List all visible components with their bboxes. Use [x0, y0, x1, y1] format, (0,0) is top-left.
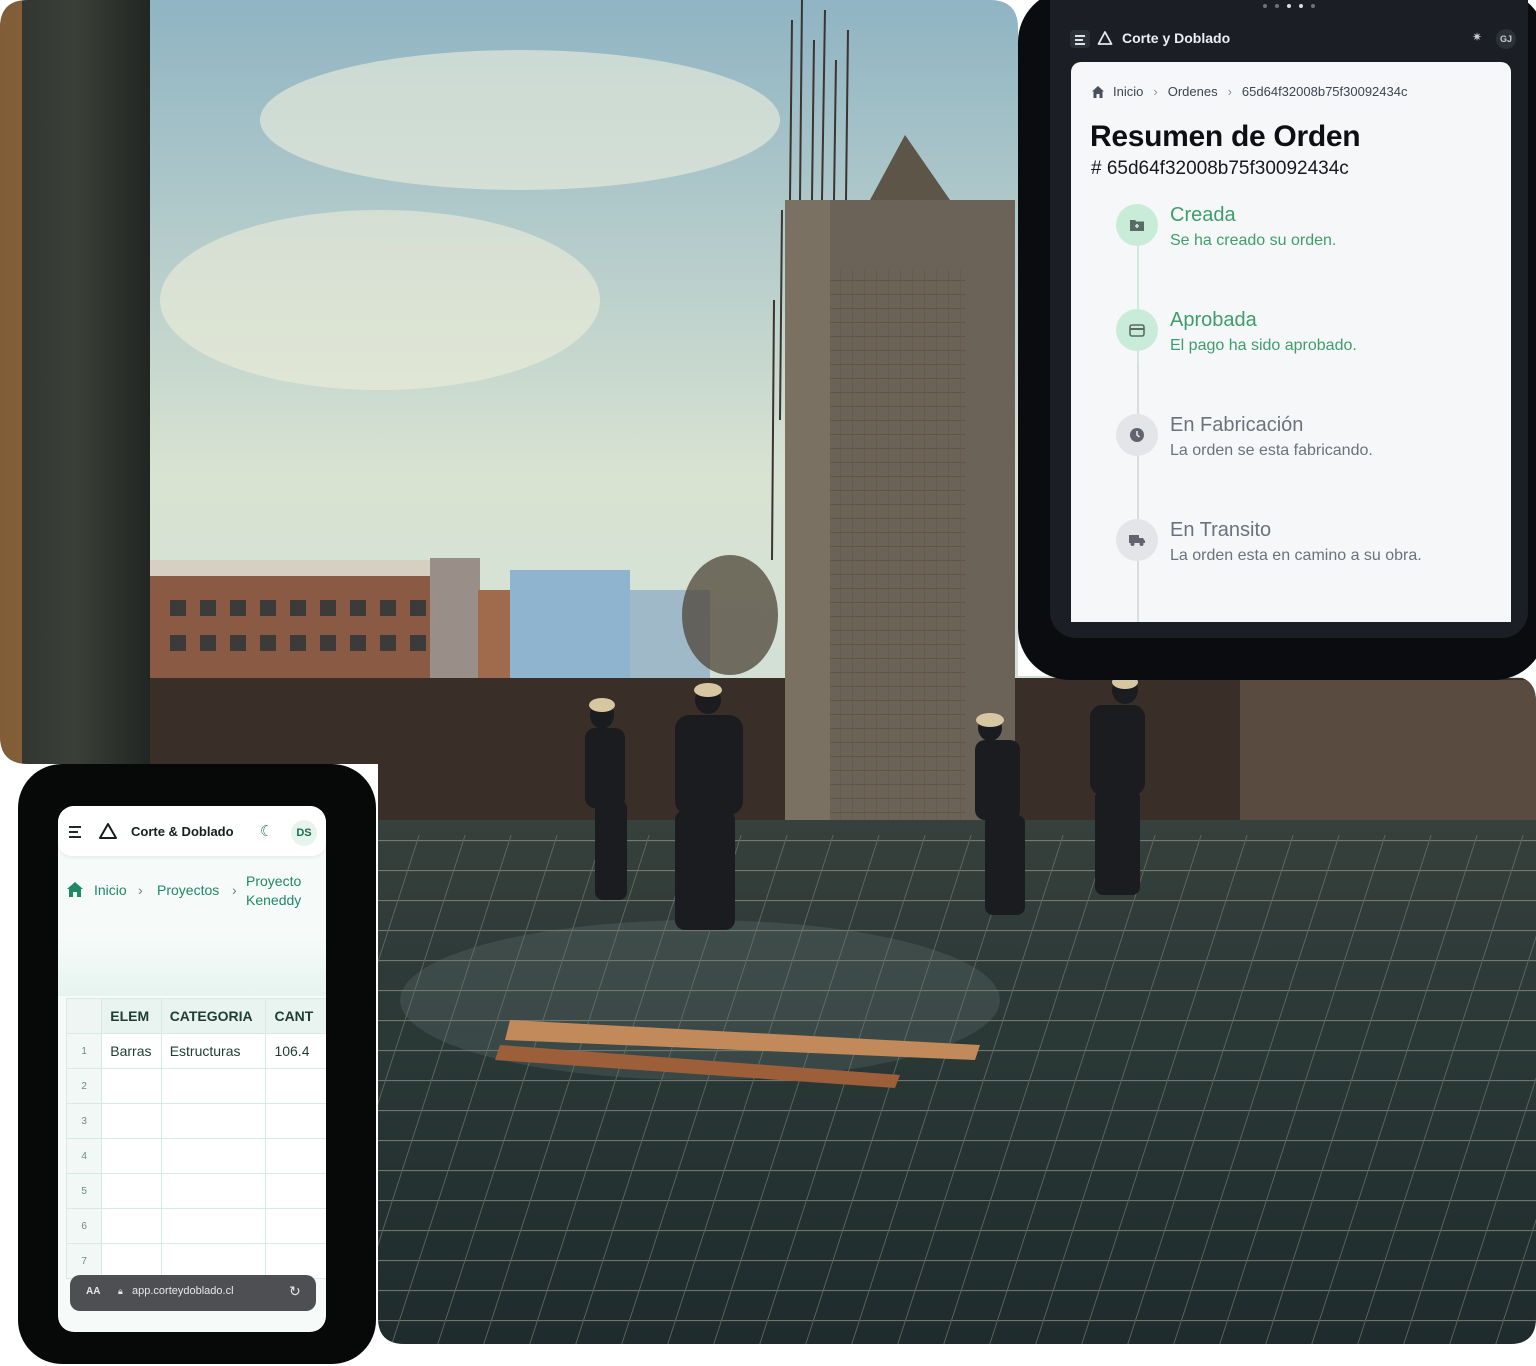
grid-cell[interactable] [160, 1208, 267, 1244]
timeline-step-created: Creada Se ha creado su orden. [1116, 204, 1496, 264]
page-header-band [58, 936, 326, 996]
row-number: 6 [65, 1208, 103, 1244]
clock-icon [1116, 414, 1158, 456]
grid-cell[interactable] [265, 1208, 326, 1244]
chevron-right-icon: › [1153, 84, 1158, 99]
phone-screen: Corte & Doblado ☾ DS Inicio › Proyectos … [58, 806, 326, 1332]
breadcrumb-current: Proyecto Keneddy [246, 873, 302, 908]
grid-cell[interactable] [265, 1068, 326, 1104]
column-header[interactable]: ELEM [101, 998, 162, 1034]
breadcrumb-projects[interactable]: Proyectos [157, 882, 219, 898]
grid-cell[interactable] [101, 1208, 162, 1244]
step-description: La orden esta en camino a su obra. [1170, 547, 1422, 564]
table-row: 1 Barras Estructuras 106.4 [65, 1033, 326, 1069]
chevron-right-icon: › [232, 882, 237, 898]
grid-cell[interactable] [101, 1103, 162, 1139]
row-number: 4 [65, 1138, 103, 1174]
grid-cell[interactable] [160, 1103, 267, 1139]
table-row: 3 [65, 1103, 326, 1139]
tablet-screen: Corte y Doblado ✷ GJ Inicio › Ordenes › … [1050, 0, 1528, 638]
row-number: 1 [65, 1033, 103, 1069]
step-title: En Transito [1170, 519, 1272, 541]
grid-cell[interactable] [265, 1138, 326, 1174]
app-title: Corte y Doblado [1122, 30, 1231, 46]
grid-cell[interactable] [160, 1243, 267, 1279]
step-description: La orden se esta fabricando. [1170, 442, 1373, 459]
tablet-top-bar: Corte y Doblado ✷ GJ [1050, 20, 1528, 58]
browser-address-bar[interactable]: AA 🔒︎ app.corteydoblado.cl ↻ [70, 1275, 316, 1311]
folder-plus-icon [1116, 204, 1158, 246]
url-text[interactable]: app.corteydoblado.cl [132, 1285, 234, 1297]
grid-cell[interactable] [160, 1173, 267, 1209]
home-icon[interactable] [1091, 85, 1105, 99]
menu-icon[interactable] [69, 826, 83, 838]
grid-cell[interactable] [160, 1068, 267, 1104]
text-size-button[interactable]: AA [86, 1286, 100, 1297]
chevron-right-icon: › [138, 882, 143, 898]
chevron-right-icon: › [1227, 84, 1232, 99]
breadcrumb-current: 65d64f32008b75f30092434c [1241, 84, 1408, 99]
breadcrumb: Inicio › Ordenes › 65d64f32008b75f300924… [1091, 84, 1407, 99]
grid-cell[interactable] [265, 1103, 326, 1139]
grid-cell[interactable] [101, 1243, 162, 1279]
grid-cell[interactable]: Barras [101, 1033, 162, 1069]
grid-cell[interactable]: Estructuras [160, 1033, 267, 1069]
app-title: Corte & Doblado [131, 824, 234, 839]
data-grid[interactable]: ELEM CATEGORIA CANT 1 Barras Estructuras… [65, 998, 326, 1279]
column-header[interactable]: CATEGORIA [160, 998, 267, 1034]
grid-cell[interactable]: 106.4 [265, 1033, 326, 1069]
tablet-page-dots [1050, 4, 1528, 8]
warning-triangle-logo-icon [99, 823, 117, 839]
row-number: 2 [65, 1068, 103, 1104]
sun-icon[interactable]: ✷ [1472, 30, 1482, 44]
order-summary-page: Inicio › Ordenes › 65d64f32008b75f300924… [1071, 62, 1511, 622]
grid-cell[interactable] [265, 1173, 326, 1209]
table-row: 7 [65, 1243, 326, 1279]
row-number: 3 [65, 1103, 103, 1139]
grid-cell[interactable] [265, 1243, 326, 1279]
order-id: # 65d64f32008b75f30092434c [1091, 158, 1349, 179]
row-number: 7 [65, 1243, 103, 1279]
reload-icon[interactable]: ↻ [289, 1283, 301, 1300]
timeline-step-transit: En Transito La orden esta en camino a su… [1116, 519, 1496, 579]
step-description: Se ha creado su orden. [1170, 232, 1337, 249]
truck-icon [1116, 519, 1158, 561]
breadcrumb-home[interactable]: Inicio [94, 882, 127, 898]
step-description: El pago ha sido aprobado. [1170, 337, 1357, 354]
moon-icon[interactable]: ☾ [260, 822, 273, 840]
breadcrumb-home[interactable]: Inicio [1113, 84, 1143, 99]
step-title: Creada [1170, 204, 1236, 226]
timeline-step-approved: Aprobada El pago ha sido aprobado. [1116, 309, 1496, 369]
avatar[interactable]: DS [291, 820, 317, 846]
credit-card-icon [1116, 309, 1158, 351]
menu-icon[interactable] [1070, 30, 1090, 48]
phone-top-bar: Corte & Doblado ☾ DS [58, 806, 326, 856]
home-icon[interactable] [66, 881, 84, 898]
timeline-step-manufacturing: En Fabricación La orden se esta fabrican… [1116, 414, 1496, 474]
table-row: 4 [65, 1138, 326, 1174]
step-title: En Fabricación [1170, 414, 1304, 436]
avatar[interactable]: GJ [1496, 29, 1516, 49]
grid-cell[interactable] [101, 1173, 162, 1209]
table-row: 6 [65, 1208, 326, 1244]
grid-cell[interactable] [160, 1138, 267, 1174]
table-row: 2 [65, 1068, 326, 1104]
column-header[interactable]: CANT [265, 998, 326, 1034]
grid-cell[interactable] [101, 1138, 162, 1174]
row-number: 5 [65, 1173, 103, 1209]
grid-header-row: ELEM CATEGORIA CANT [65, 998, 326, 1034]
breadcrumb-orders[interactable]: Ordenes [1168, 84, 1218, 99]
warning-triangle-logo-icon [1097, 31, 1113, 45]
step-title: Aprobada [1170, 309, 1257, 331]
lock-icon: 🔒︎ [118, 1286, 123, 1296]
table-row: 5 [65, 1173, 326, 1209]
timeline-line-pending [1137, 362, 1139, 622]
page-title: Resumen de Orden [1090, 120, 1361, 153]
grid-cell[interactable] [101, 1068, 162, 1104]
row-number-header [65, 998, 103, 1034]
